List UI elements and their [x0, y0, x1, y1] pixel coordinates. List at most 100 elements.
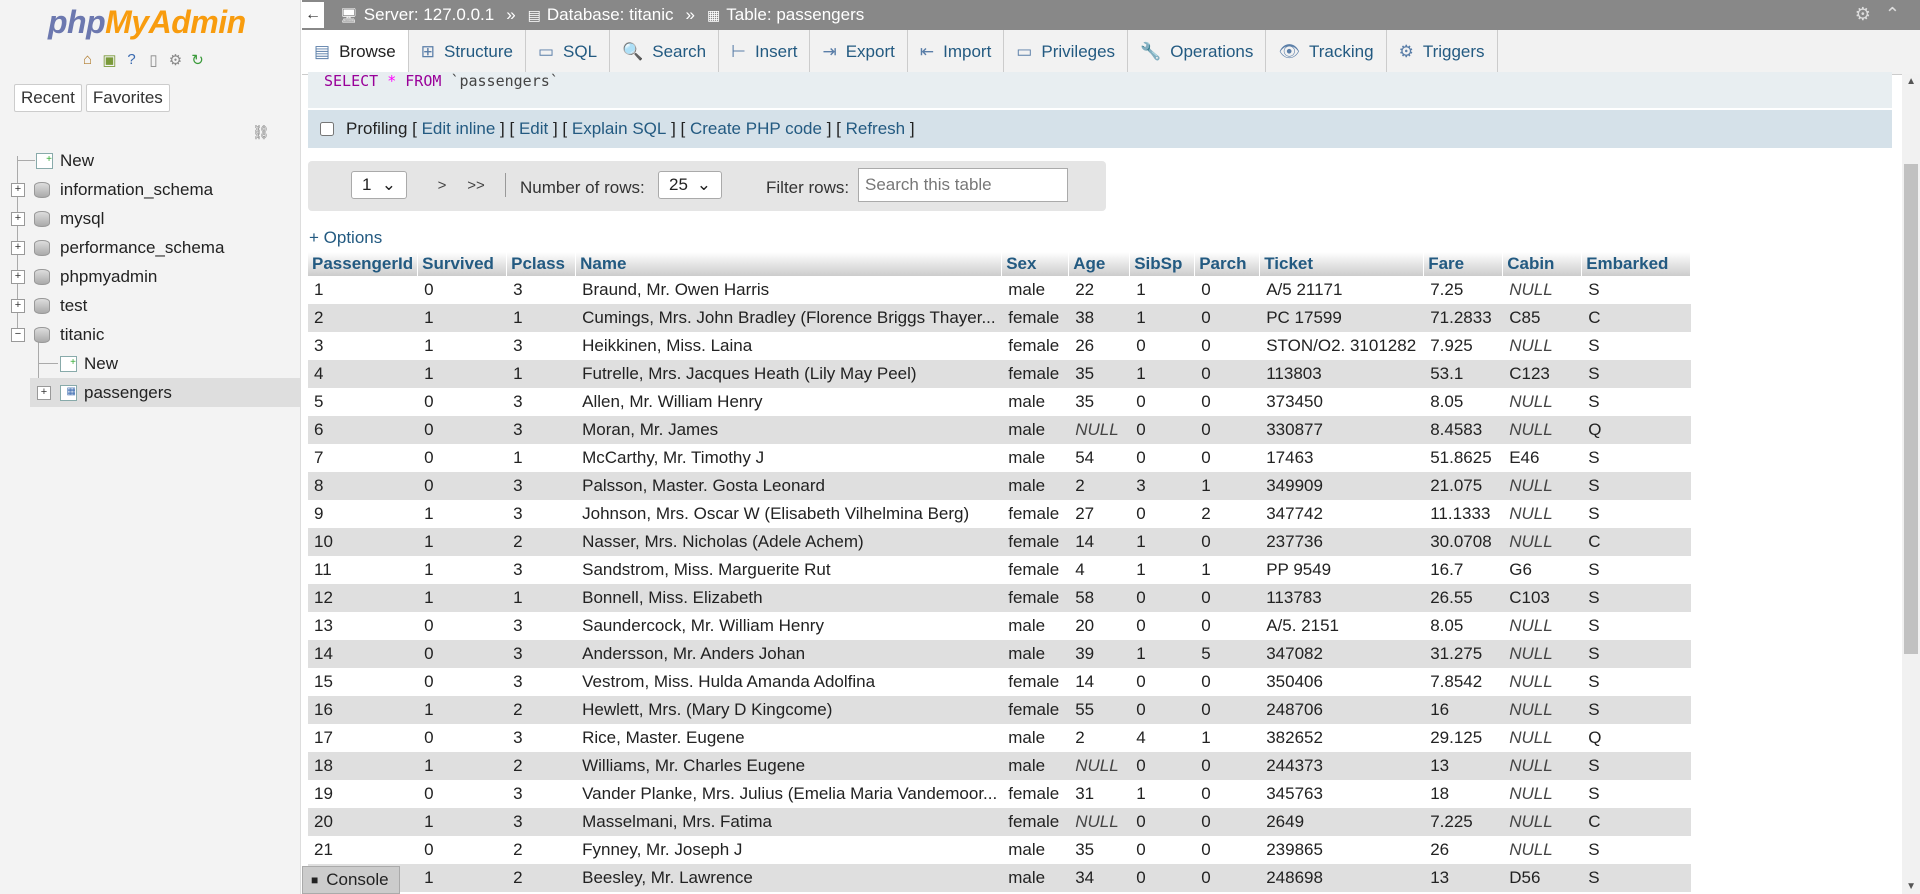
table-cell[interactable]: 1	[417, 808, 507, 836]
table-cell[interactable]: 0	[1129, 416, 1195, 444]
table-cell[interactable]: 0	[1129, 668, 1195, 696]
table-cell[interactable]: S	[1581, 836, 1691, 864]
table-cell[interactable]: 347082	[1259, 640, 1424, 668]
table-cell[interactable]: S	[1581, 864, 1691, 892]
table-cell[interactable]: 8.05	[1423, 388, 1503, 416]
table-cell[interactable]: C	[1581, 528, 1691, 556]
table-cell[interactable]: 248706	[1259, 696, 1424, 724]
table-cell[interactable]: female	[1001, 584, 1069, 612]
table-row[interactable]: 2212Beesley, Mr. Lawrencemale34002486981…	[308, 864, 1691, 892]
table-cell[interactable]: female	[1001, 360, 1069, 388]
table-cell[interactable]: 0	[1129, 500, 1195, 528]
table-cell[interactable]: 8	[308, 472, 418, 500]
edit-inline-link[interactable]: Edit inline	[422, 119, 496, 139]
home-icon[interactable]: ⌂	[78, 50, 97, 69]
table-cell[interactable]: 6	[308, 416, 418, 444]
table-cell[interactable]: 12	[308, 584, 418, 612]
table-cell[interactable]: 382652	[1259, 724, 1424, 752]
table-cell[interactable]: S	[1581, 472, 1691, 500]
table-row[interactable]: 11 1 3 Sandstrom, Miss. Marguerite Rut femal…	[308, 556, 1691, 584]
column-header[interactable]: SibSp	[1129, 252, 1196, 276]
table-cell[interactable]: 0	[1194, 388, 1260, 416]
table-cell[interactable]: STON/O2. 3101282	[1259, 332, 1424, 360]
table-cell[interactable]: 0	[417, 276, 507, 304]
table-cell[interactable]: Cumings, Mrs. John Bradley (Florence Bri…	[575, 304, 1002, 332]
table-cell[interactable]: 1	[1194, 472, 1260, 500]
table-cell[interactable]: 1	[1129, 360, 1195, 388]
table-cell[interactable]: S	[1581, 388, 1691, 416]
table-cell[interactable]: Sandstrom, Miss. Marguerite Rut	[575, 556, 1002, 584]
table-cell[interactable]: 0	[417, 668, 507, 696]
table-cell[interactable]: 5	[308, 388, 418, 416]
table-cell[interactable]: 0	[1129, 444, 1195, 472]
table-cell[interactable]: male	[1001, 752, 1069, 780]
column-header[interactable]: Pclass	[506, 252, 577, 276]
table-cell[interactable]: 9	[308, 500, 418, 528]
sql-query[interactable]: SELECT * FROM `passengers`	[324, 72, 559, 90]
table-cell[interactable]: male	[1001, 836, 1069, 864]
table-cell[interactable]: 53.1	[1423, 360, 1503, 388]
table-row[interactable]: 2 1 1 Cumings, Mrs. John Bradley (Florence …	[308, 304, 1691, 332]
table-cell[interactable]: McCarthy, Mr. Timothy J	[575, 444, 1002, 472]
next-page-button[interactable]: >	[428, 170, 456, 200]
table-cell[interactable]: 0	[1129, 836, 1195, 864]
table-cell[interactable]: 14	[1068, 528, 1130, 556]
table-cell[interactable]: NULL	[1502, 808, 1582, 836]
table-cell[interactable]: 0	[1129, 808, 1195, 836]
table-cell[interactable]: 17	[308, 724, 418, 752]
table-cell[interactable]: NULL	[1502, 724, 1582, 752]
table-cell[interactable]: 3	[506, 472, 576, 500]
table-cell[interactable]: S	[1581, 640, 1691, 668]
column-header[interactable]: Fare	[1423, 252, 1504, 276]
table-row[interactable]: 14 0 3 Andersson, Mr. Anders Johan male 39 1 5 3…	[308, 640, 1691, 668]
filter-rows-input[interactable]: Search this table	[858, 168, 1068, 202]
edit-link[interactable]: Edit	[519, 119, 548, 139]
table-cell[interactable]: 3	[506, 640, 576, 668]
table-cell[interactable]: A/5 21171	[1259, 276, 1424, 304]
table-cell[interactable]: 1	[1129, 780, 1195, 808]
table-cell[interactable]: C103	[1502, 584, 1582, 612]
table-cell[interactable]: 13	[1423, 752, 1503, 780]
table-cell[interactable]: Vander Planke, Mrs. Julius (Emelia Maria…	[575, 780, 1002, 808]
table-cell[interactable]: Q	[1581, 724, 1691, 752]
create-php-code-link[interactable]: Create PHP code	[690, 119, 822, 139]
table-cell[interactable]: Q	[1581, 416, 1691, 444]
table-cell[interactable]: 0	[1194, 332, 1260, 360]
table-cell[interactable]: 11	[308, 556, 418, 584]
table-row[interactable]: 17 0 3 Rice, Master. Eugene male 2 4 1 382652 29.…	[308, 724, 1691, 752]
table-cell[interactable]: 26	[1423, 836, 1503, 864]
tab-browse[interactable]: ▤ Browse	[302, 30, 409, 74]
table-cell[interactable]: S	[1581, 780, 1691, 808]
table-cell[interactable]: 0	[1129, 864, 1195, 892]
table-cell[interactable]: 13	[308, 612, 418, 640]
settings-icon[interactable]: ⚙	[1855, 4, 1871, 25]
column-header[interactable]: Parch	[1194, 252, 1261, 276]
table-cell[interactable]: 71.2833	[1423, 304, 1503, 332]
table-cell[interactable]: Fynney, Mr. Joseph J	[575, 836, 1002, 864]
breadcrumb-server[interactable]: Server: 127.0.0.1	[364, 5, 494, 25]
table-cell[interactable]: 4	[1068, 556, 1130, 584]
table-cell[interactable]: 3	[506, 808, 576, 836]
table-cell[interactable]: 1	[1129, 304, 1195, 332]
collapse-top-icon[interactable]: ⌃	[1885, 4, 1900, 25]
table-cell[interactable]: male	[1001, 864, 1069, 892]
table-cell[interactable]: female	[1001, 808, 1069, 836]
table-cell[interactable]: 113783	[1259, 584, 1424, 612]
table-cell[interactable]: female	[1001, 500, 1069, 528]
tab-tracking[interactable]: 👁 Tracking	[1266, 30, 1387, 74]
table-cell[interactable]: S	[1581, 276, 1691, 304]
table-cell[interactable]: 1	[417, 696, 507, 724]
table-cell[interactable]: 0	[1194, 836, 1260, 864]
table-cell[interactable]: NULL	[1502, 696, 1582, 724]
table-cell[interactable]: 2	[506, 696, 576, 724]
expand-icon[interactable]: +	[11, 269, 25, 284]
tree-item-new[interactable]: + New	[0, 146, 300, 175]
table-cell[interactable]: 34	[1068, 864, 1130, 892]
table-cell[interactable]: NULL	[1068, 752, 1130, 780]
table-row[interactable]: 13 0 3 Saundercock, Mr. William Henry male 20…	[308, 612, 1691, 640]
column-header[interactable]: Ticket	[1259, 252, 1425, 276]
table-cell[interactable]: 0	[1194, 584, 1260, 612]
table-cell[interactable]: 2	[1068, 472, 1130, 500]
scroll-up-arrow[interactable]: ▲	[1906, 76, 1916, 87]
table-cell[interactable]: 20	[308, 808, 418, 836]
